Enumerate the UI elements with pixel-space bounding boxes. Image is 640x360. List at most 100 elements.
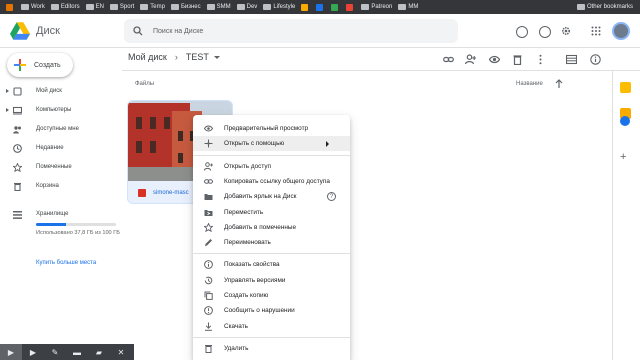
- breadcrumb-separator-icon: ›: [174, 52, 178, 62]
- offline-status-icon[interactable]: [516, 26, 528, 38]
- tasks-app-icon[interactable]: [620, 116, 630, 126]
- help-circle-icon[interactable]: ?: [327, 192, 336, 202]
- bookmark-item[interactable]: [3, 0, 18, 14]
- context-menu-item[interactable]: Сообщить о нарушении: [193, 303, 350, 318]
- delete-trash-icon[interactable]: [512, 54, 523, 65]
- buy-storage-link[interactable]: Купить больше места: [36, 260, 96, 266]
- video-control-button[interactable]: ▰: [88, 344, 110, 360]
- sidebar-item-label: Недавние: [36, 145, 64, 151]
- context-menu-item[interactable]: Открыть с помощью: [193, 136, 350, 152]
- files-section-label: Файлы: [135, 81, 155, 87]
- bookmark-item[interactable]: [343, 0, 358, 14]
- clock-icon: [13, 143, 22, 153]
- history-icon: [204, 276, 213, 284]
- details-info-icon[interactable]: [590, 54, 601, 65]
- bookmark-item[interactable]: Dev: [234, 0, 261, 14]
- breadcrumb-root[interactable]: Мой диск: [128, 52, 167, 62]
- expand-caret-icon[interactable]: [6, 108, 9, 112]
- file-name[interactable]: simone-masc: [153, 190, 189, 196]
- bookmark-item[interactable]: Бизнес: [168, 0, 204, 14]
- bookmark-item[interactable]: MM: [395, 0, 421, 14]
- bookmark-item[interactable]: [328, 0, 343, 14]
- context-menu-item[interactable]: Удалить: [193, 341, 350, 356]
- sidebar-item[interactable]: Корзина: [0, 177, 122, 195]
- sidebar-item[interactable]: Мой диск: [0, 82, 122, 100]
- video-control-button[interactable]: ▶: [0, 344, 22, 360]
- other-bookmarks-label: Other bookmarks: [586, 4, 633, 10]
- menu-separator: [193, 154, 350, 156]
- list-view-icon[interactable]: [566, 54, 577, 65]
- folder-icon: [576, 4, 585, 10]
- settings-gear-icon[interactable]: [560, 25, 572, 37]
- bookmark-item[interactable]: Patreon: [358, 0, 395, 14]
- context-menu-item[interactable]: Управлять версиями: [193, 273, 350, 288]
- share-person-add-icon[interactable]: [465, 54, 476, 65]
- bookmark-label: MM: [408, 4, 419, 10]
- sidebar-item[interactable]: Доступные мне: [0, 120, 122, 138]
- more-vertical-icon[interactable]: [535, 54, 546, 65]
- link-icon[interactable]: [443, 54, 454, 65]
- sidebar-item[interactable]: Помеченные: [0, 158, 122, 176]
- context-menu-item[interactable]: Добавить ярлык на Диск?: [193, 189, 350, 204]
- apps-grid-icon[interactable]: [591, 26, 601, 36]
- bookmark-label: Temp: [150, 4, 165, 10]
- bookmark-item[interactable]: [313, 0, 328, 14]
- expand-caret-icon[interactable]: [6, 89, 9, 93]
- storage-label[interactable]: Хранилище: [36, 211, 68, 217]
- context-menu-item[interactable]: Скачать: [193, 319, 350, 334]
- context-menu-item[interactable]: Открыть доступ: [193, 159, 350, 174]
- other-bookmarks[interactable]: Other bookmarks: [574, 0, 636, 14]
- video-control-button[interactable]: ✎: [44, 344, 66, 360]
- bookmark-item[interactable]: [298, 0, 313, 14]
- sort-arrow-up-icon[interactable]: [555, 79, 563, 88]
- sidebar-item[interactable]: Недавние: [0, 139, 122, 157]
- video-control-button[interactable]: ▶: [22, 344, 44, 360]
- context-menu-item-label: Предварительный просмотр: [224, 125, 309, 132]
- sidebar-item[interactable]: Компьютеры: [0, 101, 122, 119]
- bookmark-item[interactable]: Temp: [137, 0, 168, 14]
- context-menu-item[interactable]: Предварительный просмотр: [193, 121, 350, 136]
- search-bar[interactable]: [124, 19, 458, 43]
- context-menu-item[interactable]: Создать копию: [193, 288, 350, 303]
- bookmark-item[interactable]: EN: [83, 0, 107, 14]
- user-avatar[interactable]: [612, 22, 630, 40]
- bookmark-item[interactable]: SMM: [204, 0, 234, 14]
- video-control-button[interactable]: ▬: [66, 344, 88, 360]
- context-menu-item-label: Показать свойства: [224, 261, 280, 269]
- bookmark-item[interactable]: Sport: [107, 0, 137, 14]
- context-menu-item[interactable]: Переименовать: [193, 235, 350, 250]
- bookmark-item[interactable]: Lifestyle: [260, 0, 298, 14]
- calendar-app-icon[interactable]: [620, 82, 631, 93]
- breadcrumb: Мой диск › TEST: [128, 52, 220, 62]
- drive-logo-icon: [10, 22, 30, 40]
- breadcrumb-current[interactable]: TEST: [186, 52, 209, 62]
- computer-icon: [13, 106, 22, 114]
- menu-separator: [193, 253, 350, 255]
- drive-icon: [13, 86, 22, 96]
- search-icon[interactable]: [133, 26, 143, 36]
- drive-screen: Work Editors EN Sport Temp Бизнес SMM Dev Lifest…: [0, 0, 640, 360]
- drive-logo[interactable]: Диск: [10, 22, 60, 40]
- bookmarks-bar: Work Editors EN Sport Temp Бизнес SMM Dev Lifest…: [0, 0, 640, 14]
- context-menu-item-label: Сообщить о нарушении: [224, 307, 295, 315]
- folder-icon: [170, 4, 179, 10]
- new-button[interactable]: Создать: [7, 53, 73, 77]
- help-icon[interactable]: [539, 26, 551, 38]
- add-addon-icon[interactable]: +: [620, 151, 626, 163]
- bookmark-item[interactable]: Editors: [48, 0, 83, 14]
- context-menu-item[interactable]: Переместить: [193, 205, 350, 220]
- preview-eye-icon[interactable]: [489, 54, 500, 65]
- context-menu-item[interactable]: Показать свойства: [193, 257, 350, 272]
- menu-separator: [193, 336, 350, 338]
- context-menu-item[interactable]: Добавить в помеченные: [193, 220, 350, 235]
- trash-icon: [205, 344, 212, 353]
- sidebar-item-label: Мой диск: [36, 88, 62, 94]
- move-arrows-icon: [204, 139, 213, 148]
- search-input[interactable]: [153, 27, 433, 35]
- video-control-button[interactable]: ✕: [110, 344, 132, 360]
- bookmark-item[interactable]: Work: [18, 0, 48, 14]
- sort-by-name[interactable]: Название: [516, 81, 543, 87]
- context-menu-item[interactable]: Копировать ссылку общего доступа: [193, 174, 350, 189]
- context-menu-item-label: Добавить ярлык на Диск: [224, 193, 297, 201]
- chevron-down-icon[interactable]: [213, 55, 220, 59]
